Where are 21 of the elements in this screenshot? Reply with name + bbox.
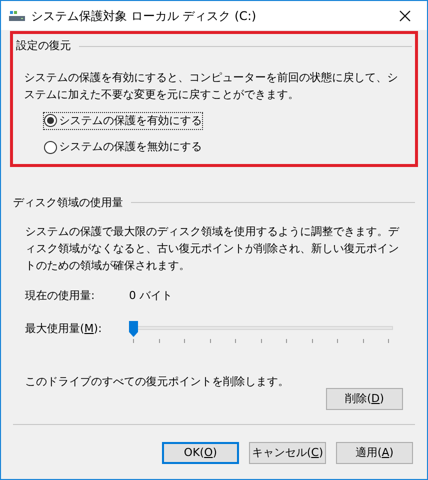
radio-option[interactable]: システムの保護を有効にする (44, 112, 202, 129)
window-title: システム保護対象 ローカル ディスク (C:) (31, 8, 256, 24)
drive-icon (9, 10, 25, 22)
description-text: システムの保護を有効にすると、コンピューターを前回の状態に戻して、システムに加えた不要な変更を元に戻すことができます。 (23, 70, 399, 102)
dialog-button[interactable]: OK(O) (162, 442, 239, 464)
dialog-button[interactable]: キャンセル(C) (249, 442, 326, 464)
usage-value: 0 バイト (129, 288, 172, 304)
description-text: システムの保護で最大限のディスク領域を使用するように調整できます。ディスク領域がなくなると、古い復元ポイントが削除され、新しい復元ポイントのための領域が確保されます。 (24, 224, 400, 274)
group-heading: ディスク領域の使用量 (13, 194, 123, 210)
radio-button[interactable] (44, 140, 57, 154)
delete-button[interactable]: 削除(D) (326, 388, 403, 410)
dialog-button[interactable]: 適用(A) (336, 442, 413, 464)
close-icon (399, 10, 411, 22)
slider[interactable] (129, 320, 393, 344)
slider-thumb[interactable] (129, 320, 138, 336)
group-heading: 設定の復元 (16, 38, 71, 54)
field-label: 最大使用量(M): (25, 320, 103, 336)
radio-button[interactable] (44, 114, 57, 128)
field-label: 現在の使用量: (25, 288, 96, 304)
radio-option[interactable]: システムの保護を無効にする (44, 139, 202, 156)
delete-description: このドライブのすべての復元ポイントを削除します。 (25, 374, 290, 390)
